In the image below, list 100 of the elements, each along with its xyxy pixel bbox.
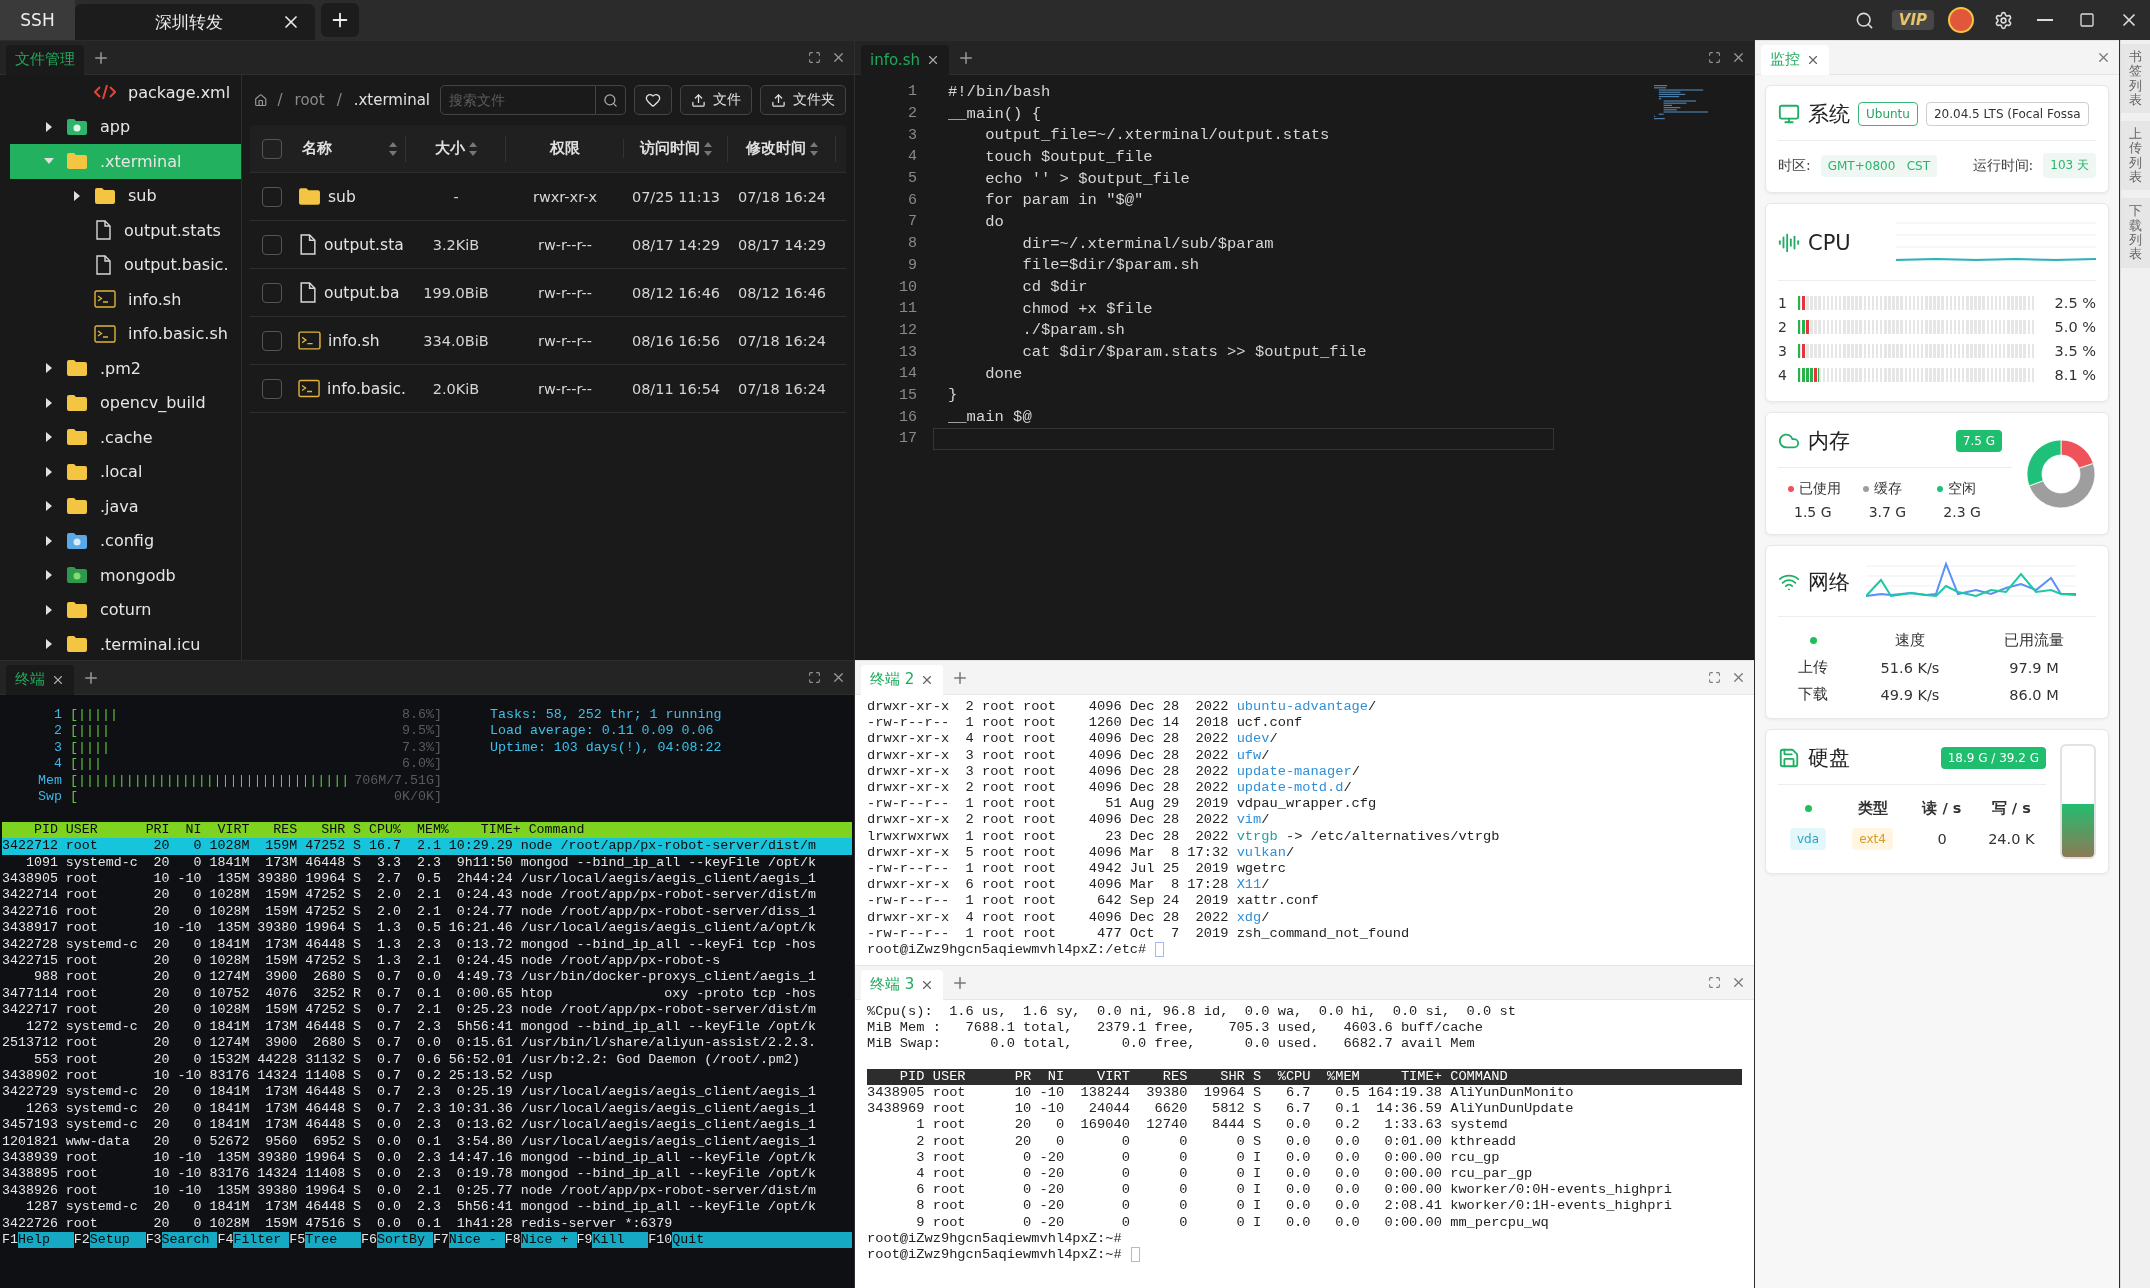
panel-tab[interactable]: info.sh — [861, 44, 949, 75]
terminal-line: drwxr-xr-x 4 root root 4096 Dec 28 2022 xdg/ — [867, 909, 1271, 926]
upload-button[interactable]: 文件夹 — [760, 85, 846, 115]
panel-tab[interactable]: 文件管理 — [6, 44, 84, 75]
file-name[interactable]: info.sh — [328, 331, 380, 350]
process-row-text: 9 root 0 -20 0 0 0 I 0.0 0.0 0:00.00 mm_percpu_wq — [915, 1214, 1550, 1231]
card-title: CPU — [1808, 231, 1851, 255]
search-field[interactable]: 搜索文件 — [440, 85, 596, 115]
panel-tab[interactable]: 终端 — [6, 664, 74, 695]
search-button[interactable] — [596, 85, 626, 115]
tree-item[interactable]: package.xml — [10, 75, 241, 110]
side-tab[interactable]: 上传列表 — [2121, 121, 2150, 191]
close-icon — [831, 50, 846, 65]
column-header[interactable]: 名称 — [294, 135, 406, 162]
table-cell-text: 199.0BiB — [422, 284, 490, 301]
favorite-button[interactable] — [634, 85, 672, 115]
file-name[interactable]: sub — [328, 187, 356, 206]
tree-item[interactable]: .terminal.icu — [10, 627, 241, 660]
process-row[interactable]: 3438902 root 10 -10 83176 14324 11408 S 0.7 0.2 25:13.52 /usp — [2, 1067, 852, 1085]
caret-right-icon — [44, 501, 54, 512]
tree-item[interactable]: app — [10, 109, 241, 144]
terminal-file-icon — [94, 290, 116, 309]
process-row[interactable]: 1201821 www-data 20 0 52672 9560 6952 S 0.0 0.1 3:54.80 /usr/local/aegis/aegis_client/aegis_1 — [2, 1133, 852, 1150]
process-row[interactable]: 553 root 20 0 1532M 44228 31132 S 0.7 0.6 56:52.01 /usr/b:2.2: God Daemon (/root/.pm2) — [2, 1051, 852, 1068]
process-row[interactable]: 3438905 root 10 -10 135M 39380 19964 S 2.7 0.5 2h44:24 /usr/local/aegis/aegis_client/aegis_1 — [2, 871, 852, 888]
process-row[interactable]: 1272 systemd-c 20 0 1841M 173M 46448 S 0.7 2.3 5h56:41 mongod --bind_ip_all --keyFile /opt/k — [2, 1018, 852, 1036]
column-header[interactable]: 大小 — [406, 135, 506, 162]
legend-value: 1.5 G — [1793, 504, 1833, 520]
tree-item[interactable]: .local — [10, 454, 241, 489]
field-label: 运行时间: — [1972, 156, 2034, 175]
maximize-button[interactable] — [806, 669, 823, 686]
tree-item[interactable]: coturn — [10, 592, 241, 627]
line-number: 15 — [898, 386, 917, 404]
maximize-button[interactable] — [1706, 974, 1723, 991]
process-row[interactable]: 3422716 root 20 0 1028M 159M 47252 S 2.0 2.1 0:24.77 node /root/app/px-robot-server/diss_1 — [2, 903, 852, 921]
tree-item[interactable]: output.stats — [10, 213, 241, 248]
maximize-icon — [808, 671, 821, 684]
checkbox[interactable] — [262, 282, 282, 303]
prompt-line: root@iZwz9hgcn5aqiewmvhl4pxZ:~# — [867, 1247, 1742, 1264]
breadcrumb-link[interactable]: .xterminal — [353, 91, 430, 109]
new-tab-button[interactable] — [321, 3, 359, 37]
version-tag: 20.04.5 LTS (Focal Fossa — [1925, 102, 2089, 126]
process-row[interactable]: 3438895 root 10 -10 83176 14324 11408 S 0.0 2.3 0:19.78 mongod --bind_ip_all --keyFile /opt/k — [2, 1166, 852, 1183]
tree-item[interactable]: mongodb — [10, 558, 241, 593]
tree-item[interactable]: opencv_build — [10, 385, 241, 420]
side-tab[interactable]: 下载列表 — [2121, 198, 2150, 268]
checkbox[interactable] — [262, 234, 282, 255]
checkbox[interactable] — [262, 330, 282, 351]
table-cell-text: 2.0KiB — [431, 380, 481, 397]
process-row[interactable]: 3422712 root 20 0 1028M 159M 47252 S 16.7 2.1 10:29.29 node /root/app/px-robot-server/dist/m — [2, 838, 852, 855]
process-row[interactable]: 3438939 root 10 -10 135M 39380 19964 S 0.0 2.3 14:47.16 mongod --bind_ip_all --keyFile /opt/k — [2, 1149, 852, 1167]
tree-item[interactable]: .config — [10, 523, 241, 558]
home-icon[interactable] — [254, 91, 268, 109]
checkbox[interactable] — [262, 138, 282, 159]
maximize-button[interactable] — [1706, 669, 1723, 686]
process-row[interactable]: 1287 systemd-c 20 0 1841M 173M 46448 S 0.0 2.3 5h56:41 mongod --bind_ip_all --keyFile /opt/k — [2, 1199, 852, 1216]
tree-item[interactable]: .pm2 — [10, 351, 241, 386]
process-row[interactable]: 3438917 root 10 -10 135M 39380 19964 S 1.3 0.5 16:21.46 /usr/local/aegis/aegis_client/a/opt/k — [2, 920, 852, 937]
process-row[interactable]: 2513712 root 20 0 1274M 3900 2680 S 0.7 0.0 0:15.61 /usr/bin/l/share/aliyun-assist/2.2.3. — [2, 1035, 852, 1052]
process-row[interactable]: 3477114 root 20 0 10752 4076 3252 R 0.7 0.1 0:00.65 htop oxy -proto tcp -hos — [2, 985, 852, 1003]
mode-button[interactable]: SSH — [0, 0, 75, 40]
process-row[interactable]: 3422728 systemd-c 20 0 1841M 173M 46448 S 1.3 2.3 0:13.72 mongod --bind_ip_all --keyFi tcp -hos — [2, 936, 852, 954]
tree-item[interactable]: output.basic. — [10, 247, 241, 282]
process-row[interactable]: 3422715 root 20 0 1028M 159M 47252 S 1.3 2.1 0:24.45 node /root/app/px-robot-s — [2, 953, 852, 970]
breadcrumb-link[interactable]: root — [294, 91, 325, 109]
process-row[interactable]: 1091 systemd-c 20 0 1841M 173M 46448 S 3.3 2.3 9h11:50 mongod --bind_ip_all --keyFile /opt/k — [2, 854, 852, 872]
maximize-button[interactable] — [1706, 49, 1723, 66]
maximize-button[interactable] — [806, 49, 823, 66]
tree-item[interactable]: info.basic.sh — [10, 316, 241, 351]
sort-icon — [389, 141, 397, 156]
side-tab[interactable]: 书签列表 — [2121, 44, 2150, 114]
avatar[interactable] — [1948, 7, 1974, 33]
column-header[interactable]: 修改时间 — [728, 135, 836, 162]
tree-item[interactable]: info.sh — [10, 282, 241, 317]
terminal-file-icon — [94, 324, 116, 343]
folder-icon — [298, 187, 321, 206]
process-row[interactable]: 3422726 root 20 0 1028M 159M 47516 S 0.0 0.1 1h41:28 redis-server *:6379 — [2, 1215, 852, 1232]
file-name[interactable]: output.sta — [324, 235, 404, 254]
process-row[interactable]: 988 root 20 0 1274M 3900 2680 S 0.7 0.0 4:49.73 /usr/bin/docker-proxys_client/aegis_1 — [2, 969, 852, 986]
timezone-tag: GMT+0800 CST — [1820, 154, 1938, 177]
process-row[interactable]: 3438926 root 10 -10 135M 39380 19964 S 0.0 2.1 0:25.77 node /root/app/px-robot-server/dist/m — [2, 1182, 852, 1200]
tree-item[interactable]: sub — [10, 178, 241, 213]
path-separator: / — [336, 91, 342, 109]
upload-button[interactable]: 文件 — [680, 85, 752, 115]
process-row[interactable]: 1263 systemd-c 20 0 1841M 173M 46448 S 0.7 2.3 10:31.36 /usr/local/aegis/aegis_client/aegis_1 — [2, 1100, 852, 1118]
column-header[interactable]: 访问时间 — [624, 135, 728, 162]
process-row[interactable]: 3422729 systemd-c 20 0 1841M 173M 46448 S 0.7 2.3 0:25.19 /usr/local/aegis/aegis_client/aegis_1 — [2, 1084, 852, 1101]
session-tab[interactable]: 深圳转发 — [75, 4, 315, 40]
tree-item[interactable]: .cache — [10, 420, 241, 455]
checkbox[interactable] — [262, 186, 282, 207]
checkbox[interactable] — [262, 378, 282, 399]
process-row[interactable]: 3422717 root 20 0 1028M 159M 47252 S 0.7 2.1 0:25.23 node /root/app/px-robot-server/dist/m — [2, 1002, 852, 1019]
terminal-file-icon — [298, 331, 321, 350]
file-name[interactable]: output.ba — [324, 283, 400, 302]
file-icon — [298, 282, 317, 303]
process-row[interactable]: 3457193 systemd-c 20 0 1841M 173M 46448 S 0.0 2.3 0:13.62 /usr/local/aegis/aegis_client/aegis_1 — [2, 1117, 852, 1134]
vip-badge[interactable]: VIP — [1891, 10, 1934, 30]
process-row[interactable]: 3422714 root 20 0 1028M 159M 47252 S 2.0 2.1 0:24.43 node /root/app/px-robot-server/dist/m — [2, 887, 852, 904]
tree-item[interactable]: .java — [10, 489, 241, 524]
file-name[interactable]: info.basic. — [327, 379, 406, 398]
